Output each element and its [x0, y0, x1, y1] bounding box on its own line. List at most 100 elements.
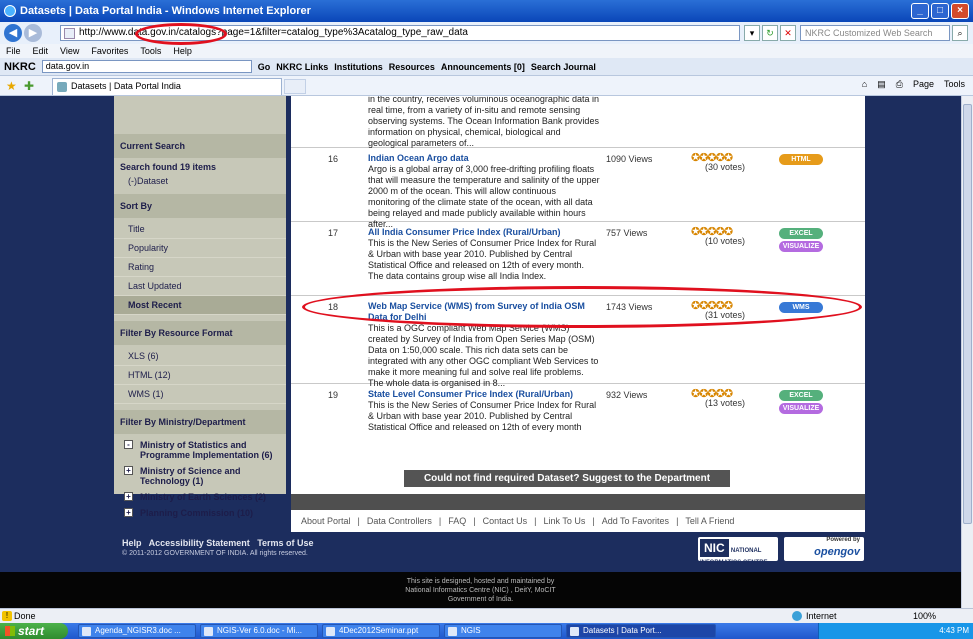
- sort-popularity[interactable]: Popularity: [114, 239, 286, 258]
- announcements-menu[interactable]: Announcements [0]: [441, 62, 525, 72]
- highlight-oval-url: [135, 23, 227, 45]
- sort-last-updated[interactable]: Last Updated: [114, 277, 286, 296]
- institutions-menu[interactable]: Institutions: [334, 62, 383, 72]
- nic-logo[interactable]: NIC NATIONAL INFORMATICS CENTRE: [698, 537, 778, 566]
- page-viewport: Current Search Search found 19 items (-)…: [0, 96, 961, 608]
- favorites-star-icon[interactable]: ★: [6, 79, 17, 93]
- page-icon: [64, 28, 75, 39]
- site-footer: Help Accessibility Statement Terms of Us…: [0, 532, 961, 572]
- designed-by-text: This site is designed, hosted and mainta…: [0, 572, 961, 608]
- ministry-statistics[interactable]: - Ministry of Statistics and Programme Im…: [114, 436, 286, 462]
- collapse-icon[interactable]: -: [124, 440, 133, 449]
- ministry-planning[interactable]: + Planning Commission (10): [114, 504, 286, 520]
- resources-menu[interactable]: Resources: [389, 62, 435, 72]
- dataset-title-link[interactable]: All India Consumer Price Index (Rural/Ur…: [368, 227, 598, 238]
- footer-link-link-to-us[interactable]: Link To Us: [543, 516, 585, 532]
- task-agenda[interactable]: Agenda_NGISR3.doc ...: [78, 624, 196, 638]
- expand-icon[interactable]: +: [124, 508, 133, 517]
- menu-file[interactable]: File: [6, 44, 21, 58]
- dataset-filter-link[interactable]: (-)Dataset: [114, 174, 286, 188]
- sort-most-recent[interactable]: Most Recent: [114, 296, 286, 315]
- task-seminar-ppt[interactable]: 4Dec2012Seminar.ppt: [322, 624, 440, 638]
- sort-by-heading: Sort By: [114, 194, 286, 218]
- expand-icon[interactable]: +: [124, 466, 133, 475]
- opengov-logo[interactable]: Powered by opengov: [784, 537, 864, 561]
- print-icon[interactable]: ⎙: [896, 79, 903, 90]
- globe-icon: [792, 611, 802, 621]
- sidebar: Current Search Search found 19 items (-)…: [114, 96, 286, 518]
- new-tab-button[interactable]: [284, 79, 306, 94]
- tools-menu[interactable]: Tools: [944, 79, 965, 90]
- nkrc-links-menu[interactable]: NKRC Links: [276, 62, 328, 72]
- vertical-scrollbar[interactable]: [961, 96, 973, 608]
- copyright-text: © 2011-2012 GOVERNMENT OF INDIA. All rig…: [122, 550, 308, 557]
- menu-tools[interactable]: Tools: [140, 44, 161, 58]
- menu-help[interactable]: Help: [173, 44, 192, 58]
- footer-links: About Portal | Data Controllers | FAQ | Con…: [291, 510, 865, 532]
- maximize-button[interactable]: □: [931, 3, 949, 19]
- back-button[interactable]: ◀: [4, 24, 22, 42]
- clock[interactable]: 4:43 PM: [939, 626, 969, 635]
- nkrc-toolbar: NKRC data.gov.in Go NKRC Links Instituti…: [0, 58, 973, 76]
- tab-datasets[interactable]: Datasets | Data Portal India: [52, 78, 282, 95]
- home-icon[interactable]: ⌂: [862, 79, 867, 90]
- menu-edit[interactable]: Edit: [33, 44, 49, 58]
- forward-button[interactable]: ▶: [24, 24, 42, 42]
- task-datasets-ie[interactable]: Datasets | Data Port...: [566, 624, 716, 638]
- dataset-title-link[interactable]: Indian Ocean Argo data: [368, 153, 598, 164]
- footer-help-links[interactable]: Help Accessibility Statement Terms of Us…: [122, 538, 314, 548]
- dataset-title-link[interactable]: State Level Consumer Price Index (Rural/…: [368, 389, 598, 400]
- format-html[interactable]: HTML (12): [114, 366, 286, 385]
- list-item: in the country, receives voluminous ocea…: [291, 96, 865, 148]
- excel-badge[interactable]: EXCEL: [779, 228, 823, 239]
- stop-icon[interactable]: ✕: [780, 25, 796, 41]
- footer-link-about[interactable]: About Portal: [301, 516, 351, 532]
- refresh-icon[interactable]: ↻: [762, 25, 778, 41]
- zoom-level[interactable]: 100%: [913, 609, 936, 623]
- ministry-science[interactable]: + Ministry of Science and Technology (1): [114, 462, 286, 488]
- visualize-badge[interactable]: VISUALIZE: [779, 403, 823, 414]
- footer-link-faq[interactable]: FAQ: [448, 516, 466, 532]
- sort-title[interactable]: Title: [114, 220, 286, 239]
- windows-logo-icon: [5, 626, 15, 636]
- menu-favorites[interactable]: Favorites: [91, 44, 128, 58]
- close-button[interactable]: ×: [951, 3, 969, 19]
- expand-icon[interactable]: +: [124, 492, 133, 501]
- vote-count: (13 votes): [705, 398, 746, 408]
- sort-rating[interactable]: Rating: [114, 258, 286, 277]
- search-icon[interactable]: ⌕: [952, 25, 968, 41]
- visualize-badge[interactable]: VISUALIZE: [779, 241, 823, 252]
- format-wms[interactable]: WMS (1): [114, 385, 286, 404]
- filter-ministry-heading: Filter By Ministry/Department: [114, 410, 286, 434]
- dropdown-icon[interactable]: ▾: [744, 25, 760, 41]
- status-bar: ! Done Internet 100%: [0, 608, 973, 623]
- minimize-button[interactable]: _: [911, 3, 929, 19]
- suggest-dataset-button[interactable]: Could not find required Dataset? Suggest…: [404, 470, 730, 487]
- footer-link-favorites[interactable]: Add To Favorites: [602, 516, 669, 532]
- status-text: Done: [14, 611, 36, 621]
- footer-link-controllers[interactable]: Data Controllers: [367, 516, 432, 532]
- html-badge[interactable]: HTML: [779, 154, 823, 165]
- search-input[interactable]: NKRC Customized Web Search: [800, 25, 950, 41]
- highlight-oval-wms-row: [302, 286, 862, 328]
- footer-link-tell-friend[interactable]: Tell A Friend: [685, 516, 734, 532]
- footer-link-contact[interactable]: Contact Us: [483, 516, 528, 532]
- format-xls[interactable]: XLS (6): [114, 347, 286, 366]
- search-journal-button[interactable]: Search Journal: [531, 62, 596, 72]
- divider: [291, 494, 865, 510]
- feeds-icon[interactable]: ▤: [877, 79, 886, 90]
- excel-badge[interactable]: EXCEL: [779, 390, 823, 401]
- tab-bar: ★ ✚ Datasets | Data Portal India ⌂ ▤ ⎙ P…: [0, 76, 973, 96]
- task-ngis-doc[interactable]: NGIS-Ver 6.0.doc - Mi...: [200, 624, 318, 638]
- nkrc-site-combo[interactable]: data.gov.in: [41, 60, 252, 73]
- row-number: 19: [328, 390, 339, 400]
- add-favorites-icon[interactable]: ✚: [24, 79, 34, 93]
- page-menu[interactable]: Page: [913, 79, 934, 90]
- dataset-description: This is a OGC compliant Web Map Service …: [368, 323, 599, 388]
- menu-view[interactable]: View: [60, 44, 79, 58]
- start-button[interactable]: start: [0, 623, 68, 639]
- go-button[interactable]: Go: [258, 62, 271, 72]
- security-zone: Internet: [790, 609, 837, 623]
- task-ngis-folder[interactable]: NGIS: [444, 624, 562, 638]
- ministry-earth-sciences[interactable]: + Ministry of Earth Sciences (2): [114, 488, 286, 504]
